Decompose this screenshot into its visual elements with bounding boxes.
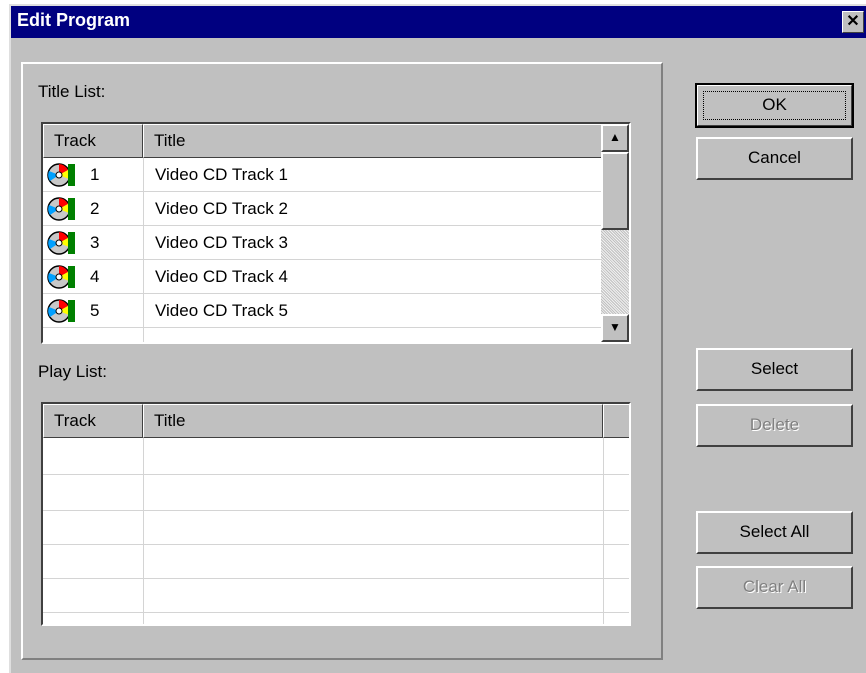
video-cd-icon — [47, 197, 75, 221]
play-list-label: Play List: — [38, 362, 107, 381]
video-cd-icon — [47, 231, 75, 255]
column-header-title[interactable]: Title — [143, 404, 603, 438]
window-title: Edit Program — [17, 10, 131, 30]
video-cd-icon — [47, 265, 75, 289]
track-number: 5 — [90, 301, 100, 320]
row-gridline — [43, 510, 629, 511]
track-title: Video CD Track 1 — [155, 165, 288, 184]
row-gridline — [43, 327, 603, 328]
scroll-up-button[interactable]: ▲ — [601, 124, 629, 152]
column-header-track[interactable]: Track — [43, 404, 143, 438]
track-number: 4 — [90, 267, 100, 286]
column-header-track[interactable]: Track — [43, 124, 143, 158]
close-button[interactable]: ✕ — [842, 11, 864, 33]
track-title: Video CD Track 2 — [155, 199, 288, 218]
play-list[interactable]: Track Title — [41, 402, 631, 626]
row-gridline — [43, 544, 629, 545]
ok-button[interactable]: OK — [695, 83, 854, 128]
list-item[interactable]: 5 Video CD Track 5 — [43, 294, 629, 328]
arrow-up-icon: ▲ — [609, 130, 621, 144]
delete-button[interactable]: Delete — [696, 404, 853, 447]
scroll-thumb[interactable] — [601, 152, 629, 230]
arrow-down-icon: ▼ — [609, 320, 621, 334]
track-number: 2 — [90, 199, 100, 218]
column-divider — [143, 438, 144, 624]
column-header-blank — [603, 404, 629, 438]
track-title: Video CD Track 5 — [155, 301, 288, 320]
track-number: 3 — [90, 233, 100, 252]
edit-program-dialog: Edit Program ✕ Title List: Track Title 1… — [9, 4, 866, 673]
cancel-button[interactable]: Cancel — [696, 137, 853, 180]
list-item[interactable]: 2 Video CD Track 2 — [43, 192, 629, 226]
focus-rect — [703, 91, 846, 120]
track-number: 1 — [90, 165, 100, 184]
track-title: Video CD Track 3 — [155, 233, 288, 252]
list-item[interactable]: 1 Video CD Track 1 — [43, 158, 629, 192]
title-bar[interactable]: Edit Program ✕ — [11, 6, 866, 38]
row-gridline — [43, 612, 629, 613]
column-header-title[interactable]: Title — [143, 124, 603, 158]
list-item[interactable]: 4 Video CD Track 4 — [43, 260, 629, 294]
select-button[interactable]: Select — [696, 348, 853, 391]
row-gridline — [43, 474, 629, 475]
scroll-down-button[interactable]: ▼ — [601, 314, 629, 342]
track-title: Video CD Track 4 — [155, 267, 288, 286]
column-divider — [143, 158, 144, 342]
select-all-button[interactable]: Select All — [696, 511, 853, 554]
list-item[interactable]: 3 Video CD Track 3 — [43, 226, 629, 260]
video-cd-icon — [47, 163, 75, 187]
title-list[interactable]: Track Title 1 Video CD Track 1 2 Video CD T… — [41, 122, 631, 344]
title-list-scrollbar[interactable]: ▲ ▼ — [601, 124, 629, 342]
row-gridline — [43, 578, 629, 579]
title-list-label: Title List: — [38, 82, 106, 101]
column-divider — [603, 438, 604, 624]
video-cd-icon — [47, 299, 75, 323]
close-icon: ✕ — [846, 13, 860, 30]
clear-all-button[interactable]: Clear All — [696, 566, 853, 609]
